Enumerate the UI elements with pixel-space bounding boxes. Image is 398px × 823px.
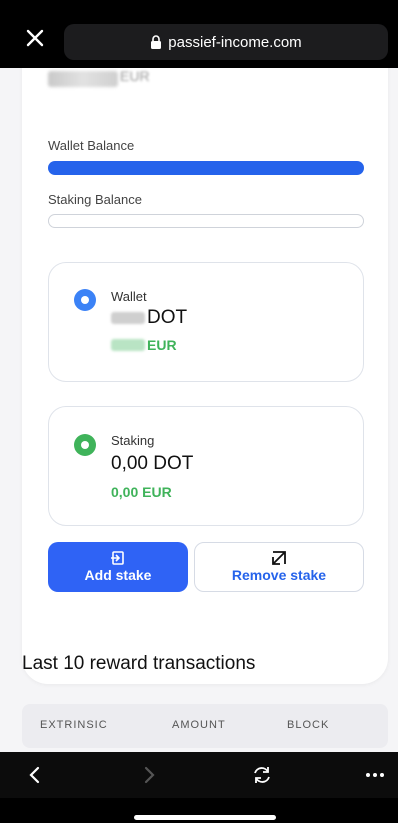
url-text: passief-income.com <box>168 33 302 51</box>
staking-option[interactable]: Staking 0,00 DOT 0,00 EUR <box>48 406 364 526</box>
wallet-balance-bar <box>48 161 364 175</box>
wallet-option[interactable]: Wallet DOT EUR <box>48 262 364 382</box>
hidden-total-unit: EUR <box>120 68 150 84</box>
remove-stake-label: Remove stake <box>231 567 327 583</box>
address-bar[interactable]: passief-income.com <box>64 24 388 60</box>
wallet-fiat: EUR <box>111 337 177 353</box>
wallet-balance-label: Wallet Balance <box>48 138 135 153</box>
refresh-icon[interactable] <box>251 764 273 786</box>
browser-bottom-bar <box>0 752 398 798</box>
column-extrinsic: EXTRINSIC <box>40 719 108 731</box>
forward-icon[interactable] <box>138 764 160 786</box>
staking-amount: 0,00 DOT <box>111 453 194 474</box>
remove-stake-button[interactable]: Remove stake <box>194 542 364 592</box>
transactions-table-header: EXTRINSIC AMOUNT BLOCK <box>22 704 388 748</box>
column-amount: AMOUNT <box>172 719 226 731</box>
wallet-fiat-unit: EUR <box>147 337 177 353</box>
add-stake-icon <box>111 551 124 565</box>
staking-fiat: 0,00 EUR <box>111 484 172 500</box>
staking-title: Staking <box>111 433 155 448</box>
back-icon[interactable] <box>24 764 46 786</box>
close-icon[interactable] <box>24 27 46 49</box>
staking-balance-label: Staking Balance <box>48 192 142 207</box>
wallet-radio[interactable] <box>74 289 96 311</box>
transactions-title: Last 10 reward transactions <box>22 653 256 674</box>
browser-top-bar: passief-income.com <box>0 0 398 68</box>
hidden-total-amount: EUR <box>48 68 168 94</box>
wallet-amount-unit: DOT <box>147 307 188 328</box>
wallet-title: Wallet <box>111 289 147 304</box>
remove-stake-icon <box>272 551 286 565</box>
add-stake-button[interactable]: Add stake <box>48 542 188 592</box>
add-stake-label: Add stake <box>84 567 152 583</box>
wallet-amount: DOT <box>111 307 187 329</box>
home-indicator <box>134 815 276 820</box>
lock-icon <box>151 35 162 49</box>
staking-balance-bar <box>48 214 364 228</box>
column-block: BLOCK <box>287 719 330 731</box>
more-icon[interactable] <box>364 764 386 786</box>
page-content: EUR Wallet Balance Staking Balance Walle… <box>0 68 398 752</box>
staking-radio[interactable] <box>74 434 96 456</box>
